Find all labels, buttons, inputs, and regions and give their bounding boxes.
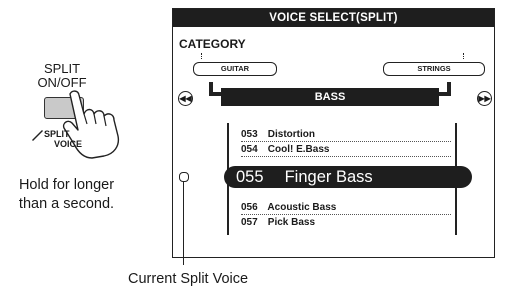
voice-name: Acoustic Bass bbox=[267, 202, 337, 213]
pressing-hand-icon bbox=[62, 90, 120, 159]
category-tick-right bbox=[463, 53, 466, 59]
hold-instruction-line1: Hold for longer bbox=[18, 177, 115, 193]
selected-voice-name: Finger Bass bbox=[284, 168, 373, 186]
voice-name: Pick Bass bbox=[267, 217, 316, 228]
lcd-title: VOICE SELECT(SPLIT) bbox=[173, 9, 494, 27]
current-category: BASS bbox=[221, 88, 439, 106]
category-tick-left bbox=[201, 53, 204, 59]
list-item: 057 Pick Bass bbox=[241, 217, 451, 229]
list-item: 056 Acoustic Bass bbox=[241, 202, 451, 215]
callout-dot bbox=[179, 172, 189, 182]
split-voice-tag-line2: VOICE bbox=[54, 139, 83, 149]
category-next: STRINGS bbox=[383, 62, 485, 76]
hold-instruction: Hold for longer than a second. bbox=[4, 176, 129, 214]
list-item: 054 Cool! E.Bass bbox=[241, 144, 451, 157]
rewind-icon: ◀◀ bbox=[178, 91, 193, 106]
fast-forward-icon: ▶▶ bbox=[477, 91, 492, 106]
category-prev: GUITAR bbox=[193, 62, 277, 76]
hold-instruction-line2: than a second. bbox=[18, 196, 115, 212]
voice-number: 056 bbox=[241, 202, 258, 213]
voice-name: Distortion bbox=[267, 129, 315, 140]
voice-number: 053 bbox=[241, 129, 258, 140]
split-label-line1: SPLIT bbox=[43, 61, 81, 76]
selected-voice: 055 Finger Bass bbox=[224, 166, 472, 188]
split-voice-tag-line1: SPLIT bbox=[44, 129, 70, 139]
split-button-label: SPLIT ON/OFF bbox=[22, 62, 102, 90]
callout-line bbox=[183, 176, 184, 265]
voice-list: 053 Distortion 054 Cool! E.Bass 055 Fing… bbox=[224, 119, 472, 245]
voice-number: 054 bbox=[241, 144, 258, 155]
split-voice-tag: SPLIT VOICE bbox=[44, 129, 82, 149]
selected-voice-number: 055 bbox=[236, 168, 264, 186]
voice-number: 057 bbox=[241, 217, 258, 228]
lcd-display: VOICE SELECT(SPLIT) CATEGORY GUITAR STRI… bbox=[172, 8, 495, 258]
category-bracket-right bbox=[439, 82, 451, 96]
voice-name: Cool! E.Bass bbox=[267, 144, 330, 155]
callout-caption: Current Split Voice bbox=[128, 271, 249, 287]
category-bracket-left bbox=[209, 82, 221, 96]
category-heading: CATEGORY bbox=[179, 37, 246, 51]
list-item: 053 Distortion bbox=[241, 129, 451, 142]
pen-mark-icon bbox=[32, 130, 43, 141]
